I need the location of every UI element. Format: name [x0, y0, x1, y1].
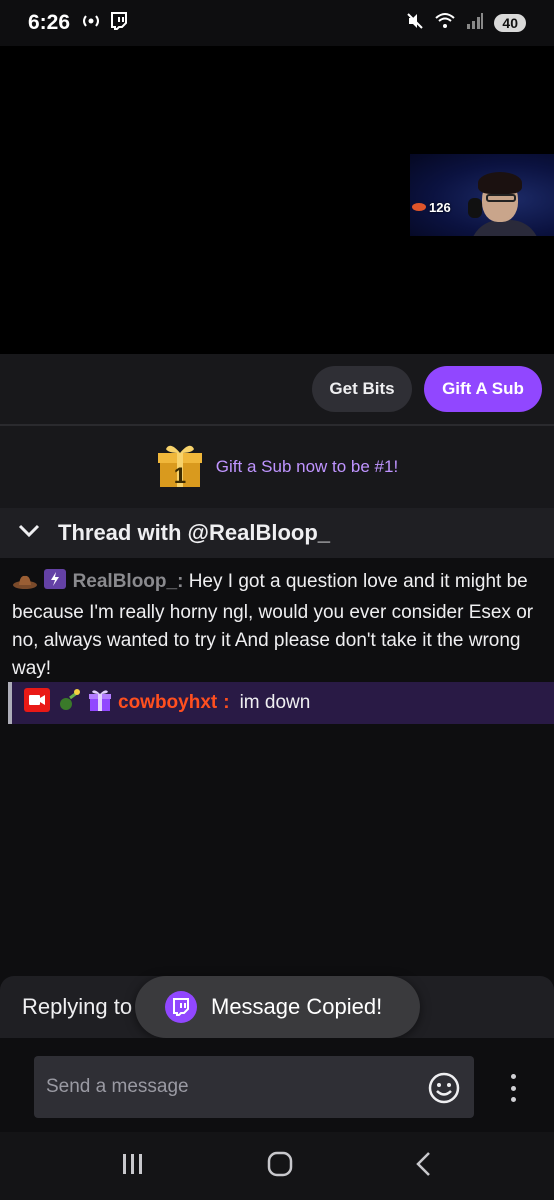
gift-banner-text: Gift a Sub now to be #1!	[215, 457, 399, 476]
mute-icon	[406, 12, 424, 35]
webcam-overlay	[410, 154, 554, 236]
thread-title: Thread with @RealBloop_	[58, 520, 331, 545]
recent-apps-icon[interactable]	[120, 1152, 146, 1181]
viewer-count-value: 126	[429, 200, 451, 215]
message-copied-toast: Message Copied!	[135, 976, 420, 1038]
status-bar: 6:26 40	[0, 0, 554, 46]
more-vertical-icon[interactable]	[503, 1072, 523, 1104]
battery-indicator: 40	[494, 14, 526, 32]
gift-sub-button[interactable]: Gift A Sub	[424, 366, 542, 412]
chat-message[interactable]: RealBloop_: Hey I got a question love an…	[12, 568, 548, 683]
toast-text: Message Copied!	[211, 994, 383, 1019]
chat-area: RealBloop_: Hey I got a question love an…	[0, 558, 554, 976]
emote-smile-icon[interactable]	[428, 1072, 460, 1104]
message-input[interactable]	[34, 1056, 474, 1118]
twitch-logo-icon	[165, 991, 197, 1023]
twitch-icon	[110, 11, 128, 35]
chevron-down-icon[interactable]	[18, 524, 40, 543]
flame-viewer-icon	[412, 200, 426, 215]
reply-message[interactable]: cowboyhxt: im down	[8, 682, 554, 724]
reply-separator: :	[223, 692, 230, 713]
message-username[interactable]: RealBloop_	[73, 571, 178, 592]
status-time: 6:26	[28, 11, 71, 34]
broadcast-icon	[80, 13, 102, 34]
thread-header[interactable]: Thread with @RealBloop_	[0, 508, 554, 558]
chat-input-row	[0, 1038, 554, 1132]
home-icon[interactable]	[266, 1150, 294, 1183]
gift-badge-number: 1	[174, 463, 186, 488]
back-icon[interactable]	[414, 1151, 434, 1182]
system-nav-bar	[0, 1132, 554, 1200]
gift-box-icon: 1	[156, 441, 204, 494]
broadcaster-badge-icon	[24, 688, 50, 718]
reply-username[interactable]: cowboyhxt	[118, 692, 217, 714]
video-player[interactable]: 126	[0, 46, 554, 354]
prime-badge-icon	[43, 568, 67, 599]
wifi-icon	[434, 12, 456, 35]
signal-icon	[466, 12, 484, 35]
sub-gifter-badge-icon	[88, 688, 112, 718]
viewer-count: 126	[412, 200, 451, 215]
get-bits-button[interactable]: Get Bits	[312, 366, 412, 412]
cowboy-hat-badge-icon	[12, 571, 38, 599]
gift-banner[interactable]: 1 Gift a Sub now to be #1!	[0, 426, 554, 508]
reply-text: im down	[239, 692, 311, 713]
action-row: Get Bits Gift A Sub	[0, 354, 554, 424]
vip-badge-icon	[56, 688, 82, 718]
